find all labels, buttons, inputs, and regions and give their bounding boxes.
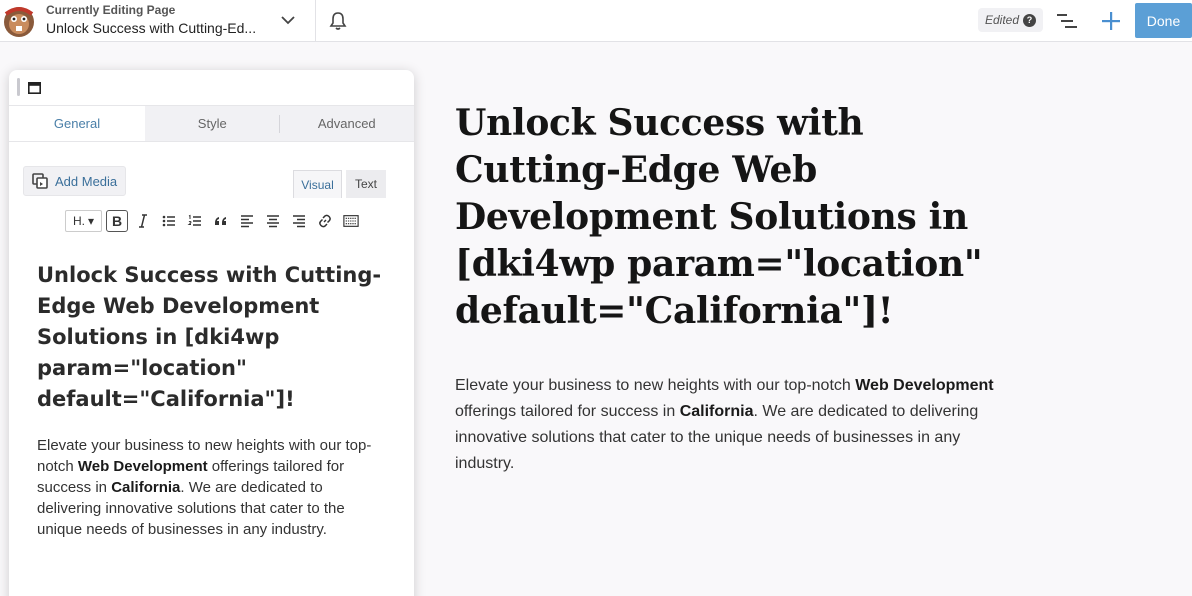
currently-editing-label: Currently Editing Page bbox=[46, 3, 176, 17]
page-title: Unlock Success with Cutting-Ed... bbox=[46, 20, 257, 36]
chevron-down-icon[interactable] bbox=[278, 10, 298, 30]
italic-icon bbox=[139, 214, 147, 228]
align-left-button[interactable] bbox=[236, 210, 258, 232]
quote-icon bbox=[215, 217, 226, 225]
caret-down-icon: ▾ bbox=[87, 214, 95, 228]
bullet-list-button[interactable] bbox=[158, 210, 180, 232]
edited-label: Edited bbox=[985, 13, 1020, 27]
align-right-button[interactable] bbox=[288, 210, 310, 232]
done-button[interactable]: Done bbox=[1135, 3, 1192, 38]
paragraph-bold-text: California bbox=[111, 479, 181, 496]
preview-paragraph: Elevate your business to new heights wit… bbox=[455, 373, 1000, 477]
editor-content[interactable]: Unlock Success with Cutting-Edge Web Dev… bbox=[37, 260, 387, 540]
editor-top: Add Media Visual Text bbox=[9, 142, 414, 200]
numbered-list-button[interactable] bbox=[184, 210, 206, 232]
link-button[interactable] bbox=[314, 210, 336, 232]
outline-list-icon[interactable] bbox=[1056, 11, 1078, 31]
tab-style[interactable]: Style bbox=[145, 106, 280, 141]
numbered-list-icon bbox=[187, 214, 201, 226]
align-center-icon bbox=[267, 215, 279, 228]
blockquote-button[interactable] bbox=[210, 210, 232, 232]
link-icon bbox=[319, 214, 331, 228]
bold-button[interactable]: B bbox=[106, 210, 128, 232]
heading-select-value: H. bbox=[72, 214, 85, 228]
editor-paragraph: Elevate your business to new heights wit… bbox=[37, 435, 387, 540]
preview-heading: Unlock Success with Cutting-Edge Web Dev… bbox=[455, 102, 983, 332]
settings-panel: General Style Advanced Add Media Visual … bbox=[9, 70, 414, 596]
edited-status-badge[interactable]: Edited ? bbox=[978, 8, 1044, 32]
visual-mode-tab[interactable]: Visual bbox=[293, 170, 342, 198]
paragraph-bold-text: Web Development bbox=[77, 458, 208, 475]
heading-select[interactable]: H. ▾ bbox=[65, 210, 102, 232]
align-right-icon bbox=[293, 215, 305, 228]
editor-heading: Unlock Success with Cutting-Edge Web Dev… bbox=[37, 263, 382, 411]
paragraph-text: Elevate your business to new heights wit… bbox=[455, 377, 856, 394]
beaver-logo-icon[interactable] bbox=[0, 2, 38, 40]
toolbar-toggle-button[interactable] bbox=[340, 210, 362, 232]
window-icon[interactable] bbox=[28, 82, 41, 94]
page-preview[interactable]: Unlock Success with Cutting-Edge Web Dev… bbox=[455, 100, 1015, 477]
align-center-button[interactable] bbox=[262, 210, 284, 232]
italic-button[interactable] bbox=[132, 210, 154, 232]
paragraph-bold-text: California bbox=[679, 403, 754, 420]
drag-handle[interactable] bbox=[17, 78, 20, 96]
keyboard-icon bbox=[343, 215, 359, 227]
add-media-label: Add Media bbox=[55, 173, 118, 189]
panel-tabs: General Style Advanced bbox=[9, 106, 414, 142]
paragraph-text: offerings tailored for success in bbox=[455, 403, 680, 420]
help-icon: ? bbox=[1023, 13, 1037, 27]
add-media-button[interactable]: Add Media bbox=[23, 166, 127, 196]
top-bar: Currently Editing Page Unlock Success wi… bbox=[0, 0, 1192, 42]
tab-advanced[interactable]: Advanced bbox=[280, 106, 415, 141]
panel-header bbox=[9, 70, 414, 106]
paragraph-bold-text: Web Development bbox=[855, 377, 994, 394]
divider bbox=[315, 0, 316, 42]
media-icon bbox=[32, 172, 48, 189]
align-left-icon bbox=[241, 215, 253, 228]
bullet-list-icon bbox=[162, 215, 175, 227]
bell-icon[interactable] bbox=[328, 10, 348, 32]
editor-toolbar: H. ▾ B bbox=[65, 208, 362, 234]
text-mode-tab[interactable]: Text bbox=[346, 170, 386, 198]
plus-icon[interactable] bbox=[1100, 10, 1122, 32]
page-switcher[interactable]: Currently Editing Page Unlock Success wi… bbox=[46, 3, 266, 39]
tab-general[interactable]: General bbox=[9, 106, 145, 141]
